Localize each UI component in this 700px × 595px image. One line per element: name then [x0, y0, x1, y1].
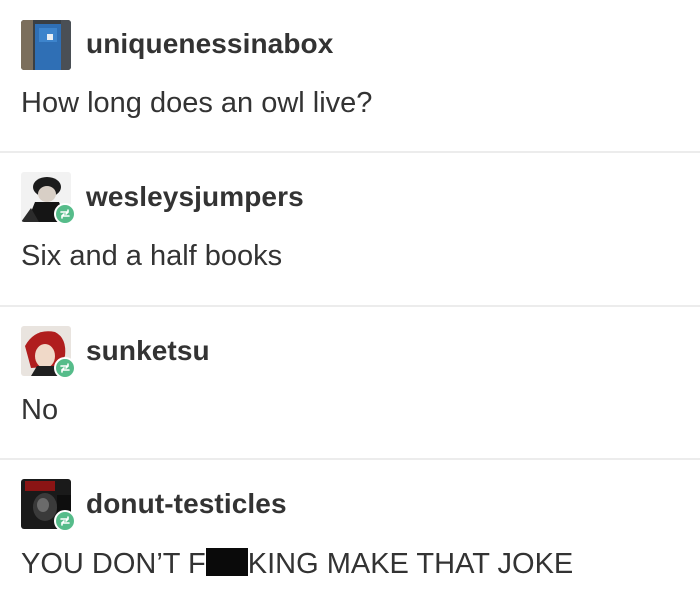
username[interactable]: wesleysjumpers — [86, 181, 304, 213]
post-text: Six and a half books — [21, 240, 283, 272]
post-sunketsu: sunketsu No — [0, 307, 700, 457]
username[interactable]: donut-testicles — [86, 488, 287, 520]
username[interactable]: uniquenessinabox — [86, 28, 333, 60]
post-text-before: YOU DON’T F — [21, 548, 206, 580]
username[interactable]: sunketsu — [86, 335, 210, 367]
reblog-icon — [60, 209, 70, 219]
avatar[interactable] — [21, 20, 71, 70]
reblog-icon — [60, 516, 70, 526]
post-uniquenessinabox: uniquenessinabox How long does an owl li… — [0, 0, 700, 150]
post-text-after: KING MAKE THAT JOKE — [247, 548, 574, 580]
post-donut-testicles: donut-testicles YOU DON’T F KING MAKE THA… — [0, 460, 700, 595]
reblog-badge — [54, 510, 76, 532]
post-text: YOU DON’T F KING MAKE THAT JOKE — [21, 548, 573, 581]
post-wesleysjumpers: wesleysjumpers Six and a half books — [0, 153, 700, 303]
reblog-badge — [54, 203, 76, 225]
post-text: No — [21, 394, 59, 426]
reblog-icon — [60, 363, 70, 373]
reblog-badge — [54, 357, 76, 379]
censor-bar — [205, 548, 248, 576]
blue-door-avatar-icon — [21, 20, 71, 70]
post-text: How long does an owl live? — [21, 87, 373, 119]
